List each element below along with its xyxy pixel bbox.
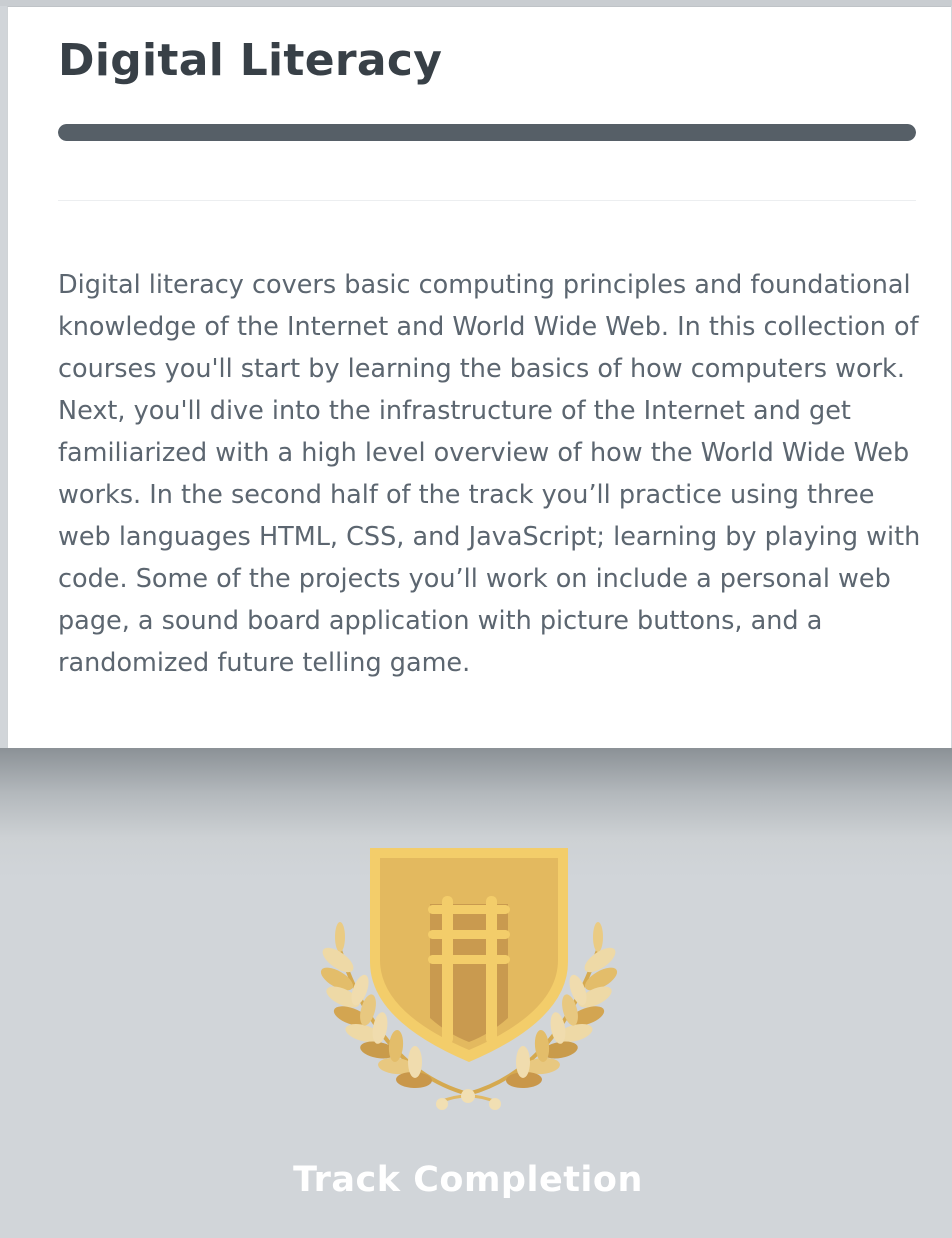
- ribbon-knot-icon: [436, 1089, 501, 1110]
- track-progress-bar: [58, 124, 916, 141]
- track-description: Digital literacy covers basic computing …: [58, 270, 921, 678]
- track-progress-fill: [58, 124, 916, 141]
- shield-icon: [370, 848, 568, 1062]
- track-title: Digital Literacy: [58, 35, 443, 86]
- laurel-shield-badge-icon: [320, 848, 618, 1110]
- track-card: Digital Literacy Digital literacy covers…: [7, 6, 951, 748]
- track-completion-label: Track Completion: [293, 1160, 643, 1200]
- track-page: Digital Literacy Digital literacy covers…: [0, 0, 952, 1238]
- divider: [58, 200, 916, 201]
